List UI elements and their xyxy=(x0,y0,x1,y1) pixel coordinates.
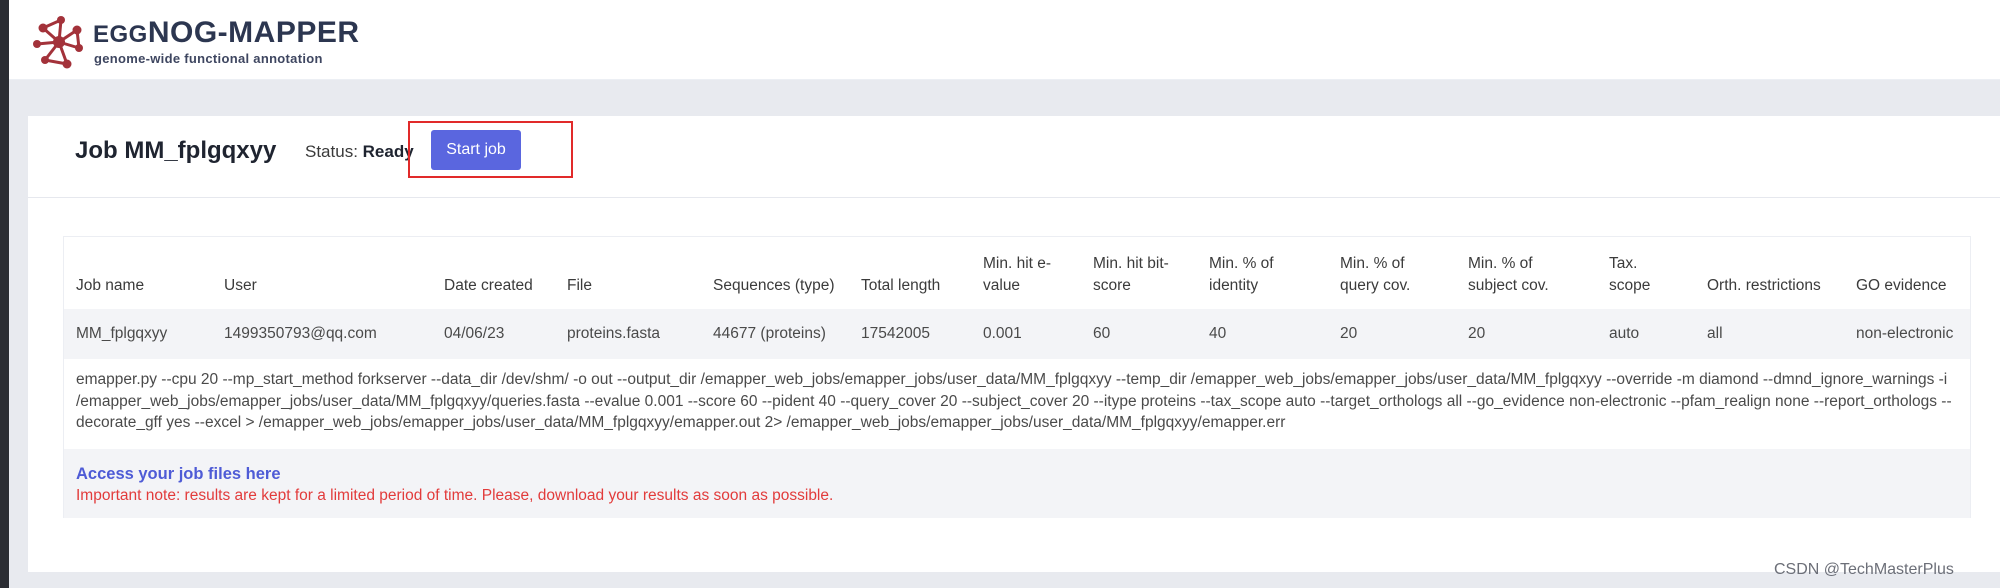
site-header: EGGNOG-MAPPER genome-wide functional ann… xyxy=(9,0,2000,80)
retention-warning-note: Important note: results are kept for a l… xyxy=(76,487,834,504)
network-logo-icon xyxy=(33,16,83,69)
cell-job-name: MM_fplgqxyy xyxy=(76,325,168,342)
eggnog-logo[interactable]: EGGNOG-MAPPER genome-wide functional ann… xyxy=(31,14,361,70)
col-header-min-bitscore: Min. hit bit-score xyxy=(1093,255,1169,294)
job-title: Job MM_fplgqxyy xyxy=(75,137,277,164)
col-header-min-query-cov: Min. % of query cov. xyxy=(1340,255,1411,294)
access-files-section: Access your job files here Important not… xyxy=(64,449,1970,518)
col-header-tax-scope: Tax. scope xyxy=(1609,255,1651,294)
watermark-text: CSDN @TechMasterPlus xyxy=(1774,561,1954,578)
col-header-file: File xyxy=(567,277,592,294)
cell-date-created: 04/06/23 xyxy=(444,325,505,342)
cell-min-subject-cov: 20 xyxy=(1468,325,1486,342)
col-header-date-created: Date created xyxy=(444,277,533,294)
table-row: MM_fplgqxyy 1499350793@qq.com 04/06/23 p… xyxy=(64,309,1970,359)
cell-sequences: 44677 (proteins) xyxy=(713,325,826,342)
brand-title: EGGNOG-MAPPER xyxy=(93,16,360,49)
job-card: Job MM_fplgqxyy Status: Ready Start job … xyxy=(28,116,2000,572)
cell-user: 1499350793@qq.com xyxy=(224,325,377,342)
start-job-button[interactable]: Start job xyxy=(431,130,521,170)
cell-total-length: 17542005 xyxy=(861,325,930,342)
left-edge-bar xyxy=(0,0,9,588)
col-header-user: User xyxy=(224,277,257,294)
cell-orth-restrictions: all xyxy=(1707,325,1723,342)
job-card-header: Job MM_fplgqxyy Status: Ready Start job xyxy=(28,116,2000,198)
col-header-min-evalue: Min. hit e-value xyxy=(983,255,1052,294)
col-header-sequences: Sequences (type) xyxy=(713,277,835,294)
col-header-total-length: Total length xyxy=(861,277,941,294)
access-job-files-link[interactable]: Access your job files here xyxy=(76,463,1958,485)
job-status: Status: Ready xyxy=(305,138,414,166)
cell-go-evidence: non-electronic xyxy=(1856,325,1954,342)
emapper-command-text: emapper.py --cpu 20 --mp_start_method fo… xyxy=(64,359,1970,449)
cell-min-query-cov: 20 xyxy=(1340,325,1358,342)
brand-subtitle: genome-wide functional annotation xyxy=(94,51,323,66)
status-label: Status: xyxy=(305,142,358,161)
table-header-row: Job name User Date created File Sequence… xyxy=(64,237,1970,309)
cell-file: proteins.fasta xyxy=(567,325,661,342)
cell-min-bitscore: 60 xyxy=(1093,325,1111,342)
col-header-min-subject-cov: Min. % of subject cov. xyxy=(1468,255,1549,294)
cell-min-evalue: 0.001 xyxy=(983,325,1022,342)
col-header-min-identity: Min. % of identity xyxy=(1209,255,1274,294)
col-header-orth-restrictions: Orth. restrictions xyxy=(1707,277,1821,294)
cell-tax-scope: auto xyxy=(1609,325,1640,342)
cell-min-identity: 40 xyxy=(1209,325,1227,342)
col-header-job-name: Job name xyxy=(76,277,145,294)
job-details-table: Job name User Date created File Sequence… xyxy=(63,236,1971,518)
col-header-go-evidence: GO evidence xyxy=(1856,277,1947,294)
status-value: Ready xyxy=(362,142,414,161)
